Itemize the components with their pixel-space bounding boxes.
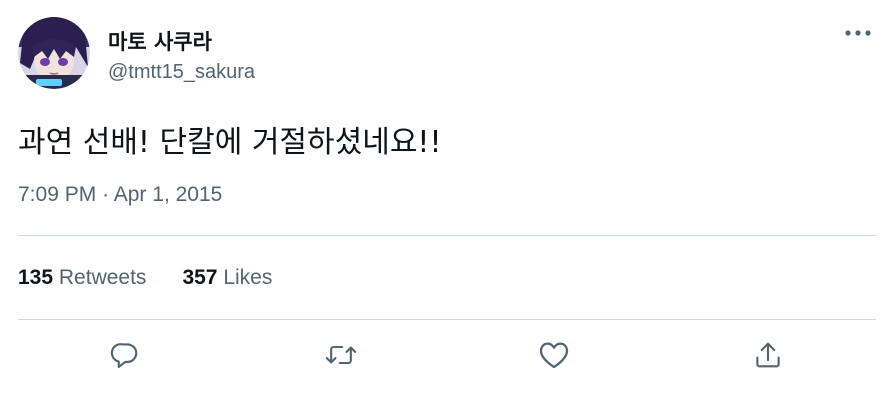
like-button[interactable] bbox=[536, 337, 572, 373]
reply-icon bbox=[110, 343, 138, 368]
retweets-label: Retweets bbox=[58, 266, 147, 289]
divider bbox=[18, 235, 876, 236]
tweet-date-link[interactable]: Apr 1, 2015 bbox=[114, 183, 223, 206]
more-icon bbox=[845, 30, 871, 36]
likes-stat[interactable]: 357 Likes bbox=[182, 266, 272, 290]
retweet-icon bbox=[325, 345, 357, 365]
tweet-text: 과연 선배! 단칼에 거절하셨네요!! bbox=[18, 125, 442, 160]
tweet-card: 마토 사쿠라 @tmtt15_sakura 과연 선배! 단칼에 거절하셨네요!… bbox=[0, 0, 894, 409]
divider bbox=[18, 319, 876, 320]
likes-count: 357 bbox=[182, 266, 218, 289]
share-icon bbox=[756, 342, 780, 368]
avatar[interactable] bbox=[18, 17, 90, 89]
timestamp-separator: · bbox=[102, 183, 110, 206]
retweets-stat[interactable]: 135 Retweets bbox=[18, 266, 146, 290]
tweet-stats: 135 Retweets 357 Likes bbox=[18, 266, 272, 290]
avatar-image bbox=[18, 17, 90, 89]
retweet-button[interactable] bbox=[323, 337, 359, 373]
retweets-count: 135 bbox=[18, 266, 54, 289]
share-button[interactable] bbox=[750, 337, 786, 373]
display-name[interactable]: 마토 사쿠라 bbox=[108, 26, 212, 56]
reply-button[interactable] bbox=[107, 337, 143, 373]
tweet-timestamp: 7:09 PM · Apr 1, 2015 bbox=[18, 183, 222, 207]
like-icon bbox=[539, 342, 569, 369]
user-handle[interactable]: @tmtt15_sakura bbox=[108, 61, 255, 84]
more-options-button[interactable] bbox=[844, 22, 872, 44]
tweet-time-link[interactable]: 7:09 PM bbox=[18, 183, 96, 206]
likes-label: Likes bbox=[223, 266, 273, 289]
